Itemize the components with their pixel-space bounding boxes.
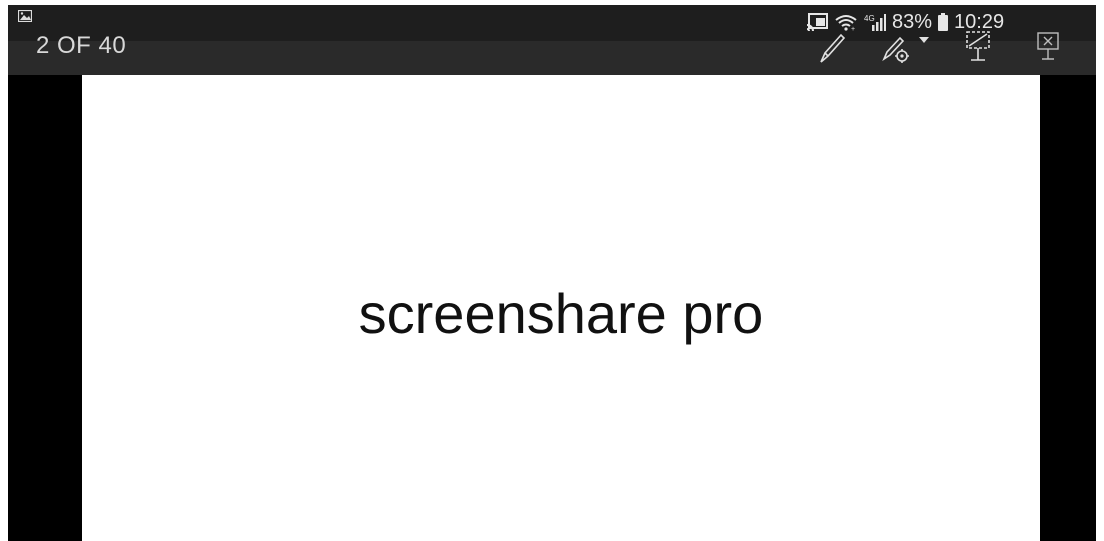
network-label: 4G (864, 14, 875, 23)
laser-pointer-icon (966, 31, 990, 61)
pen-settings-button[interactable] (880, 25, 932, 69)
presentation-screen: 2 OF 40 + 4G 83% 10:29 screenshare pro (8, 5, 1096, 541)
slide-title: screenshare pro (358, 282, 764, 345)
battery-icon (938, 13, 949, 31)
dropdown-arrow-icon (919, 37, 929, 43)
end-slideshow-icon (1037, 32, 1059, 60)
pen-icon (820, 33, 846, 63)
slide-counter: 2 OF 40 (36, 32, 127, 59)
pen-settings-icon (882, 36, 909, 63)
laser-pointer-button[interactable] (958, 25, 998, 69)
end-slideshow-button[interactable] (1028, 25, 1068, 69)
slideshow-toolbar: 2 OF 40 + 4G 83% 10:29 (8, 5, 1096, 75)
current-slide[interactable]: screenshare pro (82, 75, 1040, 541)
gallery-icon (18, 10, 32, 22)
pen-button[interactable] (812, 25, 852, 69)
